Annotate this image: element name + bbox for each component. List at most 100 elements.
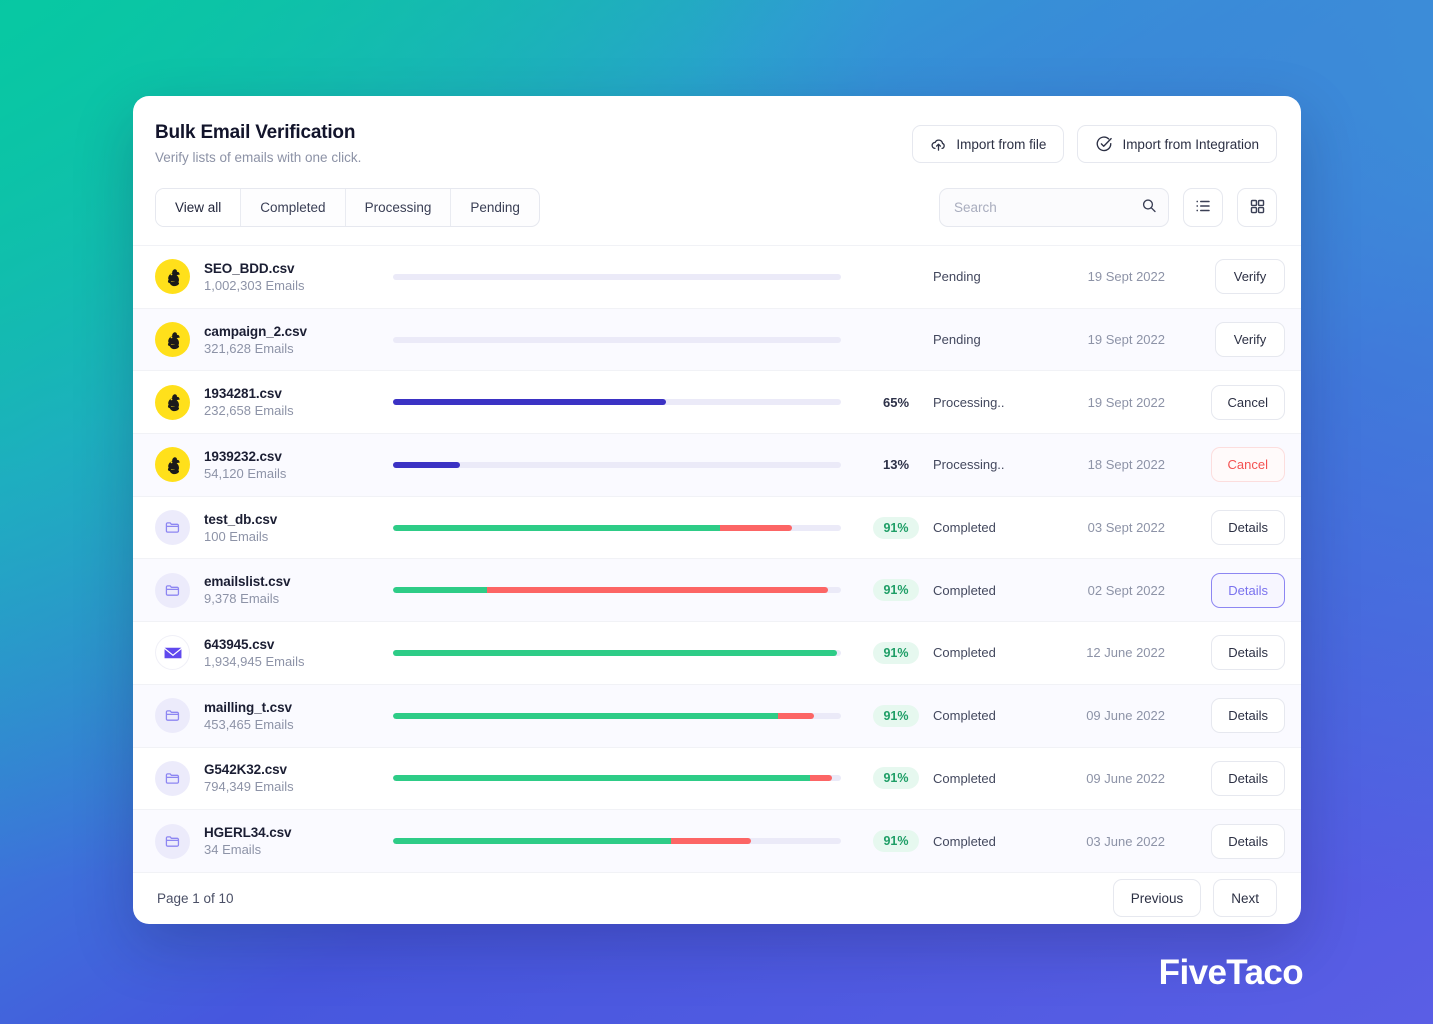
brand-logo: FiveTaco — [1158, 953, 1304, 992]
trash-icon — [1299, 267, 1301, 287]
status-label: Completed — [933, 708, 996, 724]
progress-cell — [393, 336, 859, 343]
table-row[interactable]: HGERL34.csv 34 Emails 91% Completed 03 June … — [133, 809, 1301, 872]
next-page-button[interactable]: Next — [1213, 879, 1277, 918]
progress-segment-invalid — [487, 587, 828, 594]
row-action-button[interactable]: Details — [1211, 572, 1285, 608]
file-text: HGERL34.csv 34 Emails — [204, 825, 292, 858]
delete-cell — [1285, 702, 1301, 730]
status-label: Completed — [933, 645, 996, 661]
delete-row-button[interactable] — [1295, 514, 1301, 542]
percent-cell: 65% — [859, 395, 933, 410]
previous-page-button[interactable]: Previous — [1112, 879, 1202, 918]
header-titles: Bulk Email Verification Verify lists of … — [155, 122, 361, 165]
import-from-integration-label: Import from Integration — [1122, 136, 1259, 152]
delete-row-button[interactable] — [1295, 702, 1301, 730]
delete-row-button[interactable] — [1295, 451, 1301, 479]
file-name: 1934281.csv — [204, 386, 282, 402]
tab-completed[interactable]: Completed — [241, 189, 346, 226]
grid-view-toggle-button[interactable] — [1237, 188, 1277, 227]
file-email-count: 1,934,945 Emails — [204, 653, 305, 669]
progress-cell — [393, 399, 859, 406]
file-email-count: 34 Emails — [204, 842, 262, 858]
mailchimp-icon — [155, 384, 190, 420]
row-action-button[interactable]: Cancel — [1210, 447, 1285, 483]
row-action-button[interactable]: Details — [1211, 823, 1285, 859]
progress-cell — [393, 461, 859, 468]
status-label: Completed — [933, 833, 996, 849]
row-action-button[interactable]: Details — [1211, 698, 1285, 734]
table-row[interactable]: 1939232.csv 54,120 Emails 13% Processing.. 1… — [133, 433, 1301, 496]
file-name: emailslist.csv — [204, 574, 291, 590]
delete-cell — [1285, 326, 1301, 354]
date-label: 09 June 2022 — [1086, 770, 1165, 786]
action-cell: Details — [1165, 698, 1285, 734]
delete-row-button[interactable] — [1295, 388, 1301, 416]
file-name: 1939232.csv — [204, 448, 282, 464]
delete-row-button[interactable] — [1295, 576, 1301, 604]
percent-cell: 91% — [859, 767, 933, 790]
status-label: Pending — [933, 269, 981, 285]
search-field — [939, 188, 1169, 227]
trash-icon — [1299, 643, 1301, 663]
action-cell: Verify — [1165, 259, 1285, 295]
table-row[interactable]: test_db.csv 100 Emails 91% Completed 03 Sept… — [133, 495, 1301, 559]
table-row[interactable]: 1934281.csv 232,658 Emails 65% Processing..… — [133, 370, 1301, 433]
tab-pending[interactable]: Pending — [451, 189, 539, 226]
date-label: 19 Sept 2022 — [1087, 394, 1165, 410]
delete-row-button[interactable] — [1295, 764, 1301, 792]
trash-icon — [1299, 831, 1301, 851]
row-action-button[interactable]: Details — [1211, 760, 1285, 796]
date-label: 18 Sept 2022 — [1087, 457, 1165, 473]
delete-row-button[interactable] — [1295, 827, 1301, 855]
progress-segment-processing — [393, 461, 461, 468]
progress-segment-invalid — [720, 524, 792, 531]
list-view-toggle-button[interactable] — [1183, 188, 1223, 227]
progress-segment-valid — [393, 775, 810, 782]
trash-icon — [1299, 768, 1301, 788]
delete-row-button[interactable] — [1295, 639, 1301, 667]
percent-cell: 13% — [859, 457, 933, 472]
mailchimp-icon — [155, 259, 190, 295]
import-from-file-button[interactable]: Import from file — [912, 125, 1065, 163]
progress-bar — [393, 524, 841, 531]
row-action-button[interactable]: Details — [1211, 635, 1285, 671]
table-row[interactable]: G542K32.csv 794,349 Emails 91% Completed 09 … — [133, 746, 1301, 810]
percent-value: 13% — [882, 457, 910, 473]
table-row[interactable]: emailslist.csv 9,378 Emails 91% Completed 02… — [133, 558, 1301, 622]
action-cell: Details — [1165, 823, 1285, 859]
status-label: Completed — [933, 770, 996, 786]
row-action-button[interactable]: Cancel — [1210, 384, 1285, 420]
file-name: HGERL34.csv — [204, 825, 292, 841]
search-input[interactable] — [939, 188, 1169, 227]
table-row[interactable]: SEO_BDD.csv 1,002,303 Emails Pending 19 Sep… — [133, 245, 1301, 308]
table-row[interactable]: 643945.csv 1,934,945 Emails 91% Completed 12… — [133, 621, 1301, 684]
table-row[interactable]: mailling_t.csv 453,465 Emails 91% Completed… — [133, 683, 1301, 747]
row-action-button[interactable]: Details — [1211, 510, 1285, 546]
delete-cell — [1285, 764, 1301, 792]
tab-processing[interactable]: Processing — [346, 189, 452, 226]
file-text: emailslist.csv 9,378 Emails — [204, 574, 291, 606]
row-action-button[interactable]: Verify — [1215, 322, 1285, 358]
file-name: campaign_2.csv — [204, 323, 307, 339]
delete-row-button[interactable] — [1295, 263, 1301, 291]
delete-row-button[interactable] — [1295, 326, 1301, 354]
page-title: Bulk Email Verification — [155, 122, 356, 143]
file-email-count: 794,349 Emails — [204, 779, 294, 795]
file-cell: 1939232.csv 54,120 Emails — [155, 447, 393, 483]
import-from-integration-button[interactable]: Import from Integration — [1077, 125, 1277, 163]
progress-bar — [393, 461, 841, 468]
delete-cell — [1285, 639, 1301, 667]
delete-cell — [1285, 827, 1301, 855]
row-action-button[interactable]: Verify — [1215, 259, 1285, 295]
trash-icon — [1299, 330, 1301, 350]
import-from-file-label: Import from file — [956, 136, 1047, 152]
cloud-upload-icon — [930, 136, 947, 153]
grid-view-icon — [1249, 198, 1266, 218]
table-row[interactable]: campaign_2.csv 321,628 Emails Pending 19 Se… — [133, 307, 1301, 371]
progress-bar — [393, 336, 841, 343]
pagination-controls: Previous Next — [1112, 879, 1277, 918]
tab-view-all[interactable]: View all — [156, 189, 242, 226]
progress-bar — [393, 399, 841, 406]
action-cell: Details — [1165, 635, 1285, 671]
